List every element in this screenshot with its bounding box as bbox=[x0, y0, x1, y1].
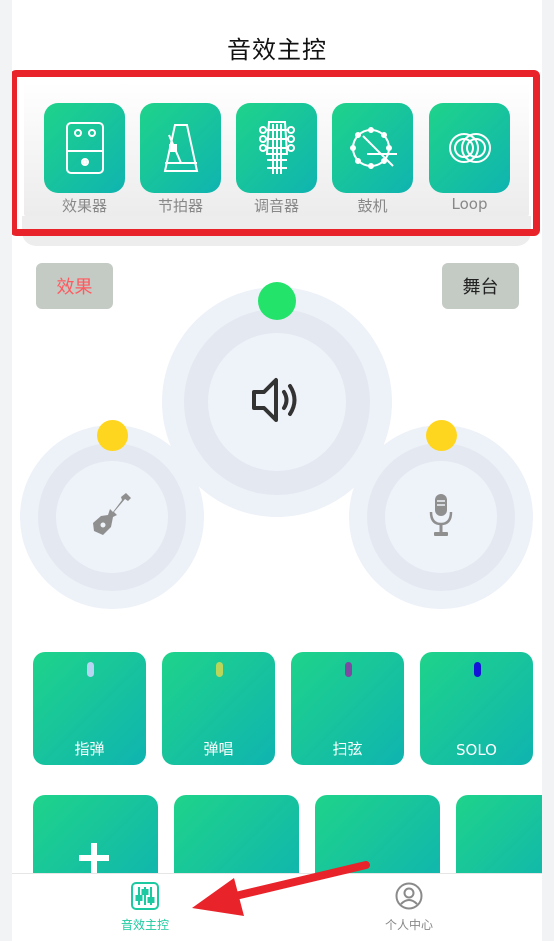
tool-drum[interactable]: 鼓机 bbox=[332, 103, 413, 216]
mode-indicator bbox=[473, 662, 481, 677]
mode-label: 弹唱 bbox=[203, 740, 234, 758]
guitar-level-knob[interactable] bbox=[97, 420, 128, 451]
page-title: 音效主控 bbox=[227, 36, 327, 64]
tool-label: 节拍器 bbox=[157, 197, 203, 215]
speaker-icon bbox=[250, 375, 304, 429]
mode-label: 扫弦 bbox=[332, 740, 363, 758]
master-volume-dial[interactable] bbox=[162, 287, 392, 517]
tool-label: 效果器 bbox=[61, 197, 107, 215]
master-level-knob[interactable] bbox=[258, 282, 296, 320]
user-icon bbox=[395, 882, 423, 914]
tuner-icon bbox=[236, 103, 317, 193]
tool-tuner[interactable]: 调音器 bbox=[236, 103, 317, 216]
tool-label: Loop bbox=[451, 195, 488, 213]
mode-tile-sing[interactable]: 弹唱 bbox=[162, 652, 275, 765]
tool-label: 鼓机 bbox=[357, 197, 388, 215]
drum-icon bbox=[332, 103, 413, 193]
tool-effects[interactable]: 效果器 bbox=[44, 103, 125, 216]
stage-button[interactable]: 舞台 bbox=[442, 263, 519, 309]
effect-button[interactable]: 效果 bbox=[36, 263, 113, 309]
app-screen: 音效主控 效果器 节拍器 调音器 鼓机 Loop 效果 舞台 指弹 弹唱 扫弦 … bbox=[12, 0, 542, 941]
metronome-icon bbox=[140, 103, 221, 193]
tab-label: 个人中心 bbox=[384, 918, 433, 932]
mode-label: SOLO bbox=[456, 741, 497, 759]
mode-tile-fingerstyle[interactable]: 指弹 bbox=[33, 652, 146, 765]
tool-loop[interactable]: Loop bbox=[429, 103, 510, 216]
mode-indicator bbox=[344, 662, 352, 677]
mode-indicator bbox=[86, 662, 94, 677]
mode-label: 指弹 bbox=[74, 740, 105, 758]
tab-profile[interactable]: 个人中心 bbox=[349, 882, 469, 938]
tool-metronome[interactable]: 节拍器 bbox=[140, 103, 221, 216]
tab-sound-control[interactable]: 音效主控 bbox=[85, 882, 205, 938]
tab-label: 音效主控 bbox=[120, 918, 169, 932]
tool-label: 调音器 bbox=[253, 197, 299, 215]
mic-level-knob[interactable] bbox=[426, 420, 457, 451]
guitar-icon bbox=[90, 491, 134, 543]
tool-panel-shadow bbox=[22, 216, 531, 246]
bottom-tab-bar: 音效主控 个人中心 bbox=[12, 873, 542, 941]
mode-indicator bbox=[215, 662, 223, 677]
mode-tile-strum[interactable]: 扫弦 bbox=[291, 652, 404, 765]
loop-icon bbox=[429, 103, 510, 193]
mode-tile-solo[interactable]: SOLO bbox=[420, 652, 533, 765]
effect-pedal-icon bbox=[44, 103, 125, 193]
plus-icon bbox=[79, 843, 109, 877]
mixer-icon bbox=[131, 882, 159, 914]
microphone-icon bbox=[427, 492, 455, 542]
